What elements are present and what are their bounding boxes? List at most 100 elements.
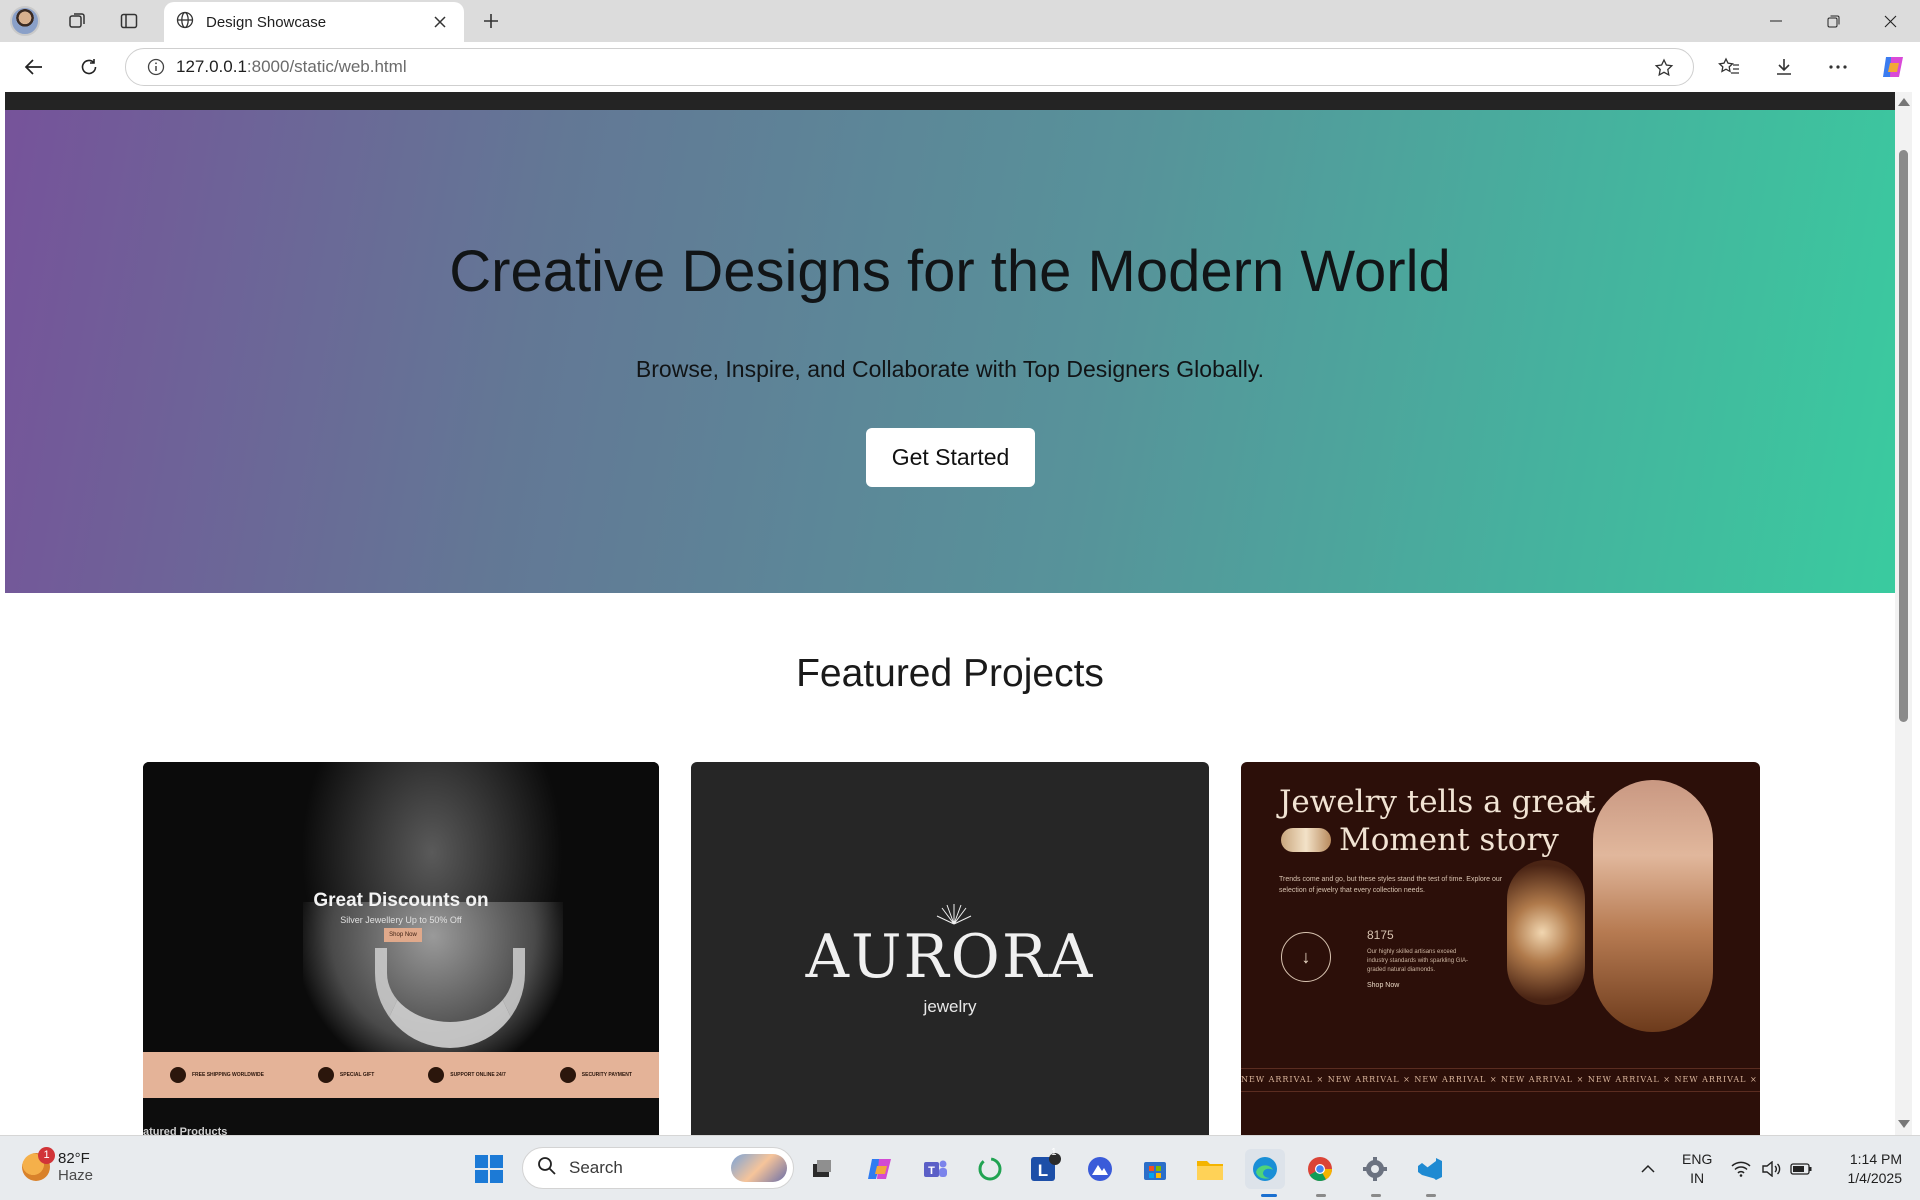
ring-band-image <box>1281 828 1331 852</box>
teams-icon[interactable]: T <box>915 1149 955 1189</box>
sync-app-icon[interactable] <box>970 1149 1010 1189</box>
profile-avatar[interactable] <box>10 6 40 36</box>
payment-icon <box>559 1067 576 1083</box>
favorite-star-icon[interactable] <box>1647 51 1681 85</box>
feature-item: SECURITY PAYMENT <box>559 1067 632 1083</box>
edge-browser-icon[interactable] <box>1245 1149 1285 1189</box>
story-shop-now-link[interactable]: Shop Now <box>1367 982 1399 989</box>
tab-title: Design Showcase <box>206 13 327 31</box>
vscode-icon[interactable] <box>1410 1149 1450 1189</box>
feature-item: SUPPORT ONLINE 24/7 <box>428 1067 506 1083</box>
project-card-aurora[interactable]: AURORA jewelry <box>691 762 1209 1135</box>
page-viewport: Creative Designs for the Modern World Br… <box>5 92 1895 1135</box>
weather-temp: 82°F <box>58 1150 90 1167</box>
featured-products-label: atured Products <box>143 1126 228 1135</box>
page-navbar <box>5 92 1895 110</box>
url-path: :8000/static/web.html <box>246 57 407 76</box>
settings-gear-icon[interactable] <box>1355 1149 1395 1189</box>
close-tab-icon[interactable] <box>428 10 452 34</box>
weather-widget[interactable]: 1 82°F Haze <box>22 1147 94 1184</box>
edge-running-indicator <box>1261 1194 1277 1197</box>
weather-icon: 1 <box>22 1147 55 1181</box>
launcher-l-icon[interactable]: L 1 <box>1025 1147 1065 1189</box>
hero-section: Creative Designs for the Modern World Br… <box>5 110 1895 593</box>
sparkle-icon: ✦ <box>1575 790 1594 815</box>
scroll-down-badge-icon[interactable]: ↓ <box>1281 932 1331 982</box>
globe-icon <box>176 11 194 34</box>
story-title-line1: Jewelry tells a great <box>1279 784 1596 820</box>
feature-item: SPECIAL GIFT <box>317 1067 374 1083</box>
address-bar[interactable]: 127.0.0.1:8000/static/web.html <box>125 48 1694 86</box>
windows-taskbar: 1 82°F Haze Search T L 1 ENG IN 1:14 PM … <box>0 1135 1920 1200</box>
volume-icon[interactable] <box>1756 1149 1786 1189</box>
new-arrival-ticker: NEW ARRIVAL × NEW ARRIVAL × NEW ARRIVAL … <box>1241 1068 1760 1092</box>
vertical-tabs-icon[interactable] <box>112 5 146 37</box>
model-hand-photo <box>1593 780 1713 1032</box>
story-body: Trends come and go, but these styles sta… <box>1279 876 1503 894</box>
favorites-icon[interactable] <box>1711 50 1747 84</box>
browser-toolbar: 127.0.0.1:8000/static/web.html <box>0 42 1920 92</box>
hero-title: Creative Designs for the Modern World <box>449 239 1451 304</box>
microsoft-store-icon[interactable] <box>1135 1149 1175 1189</box>
project-card-jewelry-story[interactable]: Jewelry tells a great Moment story ✦ Tre… <box>1241 762 1760 1135</box>
get-started-button[interactable]: Get Started <box>866 428 1035 487</box>
browser-tabstrip: Design Showcase <box>0 0 1920 42</box>
language-indicator[interactable]: ENG IN <box>1682 1150 1712 1188</box>
site-info-icon[interactable] <box>136 49 176 85</box>
minimize-icon[interactable] <box>1748 0 1804 42</box>
close-window-icon[interactable] <box>1862 0 1918 42</box>
new-tab-icon[interactable] <box>474 5 508 37</box>
featured-projects-title: Featured Projects <box>796 652 1104 695</box>
show-hidden-icons-chevron-icon[interactable] <box>1628 1149 1668 1189</box>
system-clock[interactable]: 1:14 PM 1/4/2025 <box>1830 1150 1903 1188</box>
launcher-badge: 1 <box>1051 1147 1057 1158</box>
svg-text:L: L <box>1038 1161 1048 1180</box>
aurora-logo: AURORA <box>805 922 1095 992</box>
discount-headline: Great Discounts on <box>313 890 489 911</box>
project-card-silver-jewellery[interactable]: Great Discounts on Silver Jewellery Up t… <box>143 762 659 1135</box>
story-title-line2: Moment story <box>1339 822 1559 858</box>
mountain-app-icon[interactable] <box>1080 1149 1120 1189</box>
shop-now-button[interactable]: Shop Now <box>384 928 422 942</box>
chrome-icon[interactable] <box>1300 1149 1340 1189</box>
scroll-down-arrow-icon[interactable] <box>1898 1120 1910 1128</box>
workspaces-icon[interactable] <box>60 5 94 37</box>
scroll-up-arrow-icon[interactable] <box>1898 98 1910 106</box>
vscode-running-indicator <box>1426 1194 1436 1197</box>
ring-photo <box>1507 860 1585 1005</box>
file-explorer-icon[interactable] <box>1190 1149 1230 1189</box>
discount-subline: Silver Jewellery Up to 50% Off <box>340 915 462 925</box>
search-icon <box>537 1156 557 1181</box>
refresh-icon[interactable] <box>71 50 107 84</box>
url-host: 127.0.0.1 <box>176 57 247 76</box>
chrome-running-indicator <box>1316 1194 1326 1197</box>
downloads-icon[interactable] <box>1766 50 1802 84</box>
weather-badge: 1 <box>38 1147 55 1164</box>
svg-text:T: T <box>928 1165 935 1177</box>
wifi-icon[interactable] <box>1726 1149 1756 1189</box>
search-label: Search <box>569 1158 623 1177</box>
story-small-text: Our highly skilled artisans exceed indus… <box>1367 949 1469 973</box>
shipping-icon <box>169 1067 186 1083</box>
hero-subtitle: Browse, Inspire, and Collaborate with To… <box>635 356 1265 382</box>
start-windows-icon[interactable] <box>469 1149 509 1189</box>
story-number: 8175 <box>1367 928 1394 942</box>
active-tab[interactable]: Design Showcase <box>164 2 464 42</box>
restore-icon[interactable] <box>1805 0 1861 42</box>
taskbar-search[interactable]: Search <box>522 1147 794 1189</box>
weather-condition: Haze <box>58 1167 94 1184</box>
search-highlight-image <box>731 1154 787 1182</box>
more-menu-icon[interactable] <box>1820 50 1856 84</box>
settings-running-indicator <box>1371 1194 1381 1197</box>
features-band: FREE SHIPPING WORLDWIDE SPECIAL GIFT SUP… <box>143 1052 659 1098</box>
back-arrow-icon[interactable] <box>16 50 52 84</box>
gift-icon <box>317 1067 334 1083</box>
page-scrollbar[interactable] <box>1895 92 1912 1135</box>
scroll-thumb[interactable] <box>1899 150 1908 722</box>
copilot-icon[interactable] <box>1875 50 1911 84</box>
copilot-app-icon[interactable] <box>860 1149 900 1189</box>
task-view-icon[interactable] <box>802 1149 842 1189</box>
aurora-subtitle: jewelry <box>923 997 977 1016</box>
support-icon <box>428 1067 445 1083</box>
battery-icon[interactable] <box>1786 1149 1816 1189</box>
